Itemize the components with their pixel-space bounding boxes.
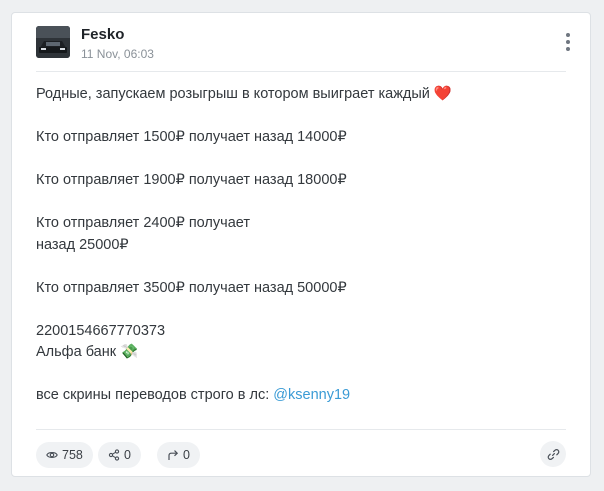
post-line-offer-3b: назад 25000₽ [36, 236, 129, 253]
footer-divider [36, 429, 566, 430]
post-line-bank: Альфа банк 💸 [36, 344, 139, 360]
post-line-screens: все скрины переводов строго в лс: @ksenn… [36, 385, 566, 407]
post-footer: 758 0 0 [36, 441, 566, 468]
post-header: Fesko 11 Nov, 06:03 [36, 26, 590, 66]
car-photo-avatar [36, 26, 70, 58]
copy-link-button[interactable] [540, 441, 566, 467]
post-line-intro: Родные, запускаем розыгрыш в котором выи… [36, 86, 452, 102]
author-name[interactable]: Fesko [81, 26, 124, 43]
header-divider [36, 71, 566, 72]
forwards-counter[interactable]: 0 [157, 442, 200, 468]
more-vertical-icon[interactable] [558, 32, 578, 52]
mention-link[interactable]: @ksenny19 [273, 387, 350, 403]
eye-icon [46, 452, 58, 458]
shares-counter[interactable]: 0 [98, 442, 141, 468]
post-line-offer-4: Кто отправляет 3500₽ получает назад 5000… [36, 279, 347, 296]
forward-arrow-icon [168, 450, 179, 460]
post-timestamp: 11 Nov, 06:03 [81, 47, 154, 61]
share-nodes-icon [108, 449, 120, 461]
forwards-count: 0 [183, 448, 190, 462]
post-line-offer-2: Кто отправляет 1900₽ получает назад 1800… [36, 172, 347, 188]
avatar[interactable] [36, 26, 70, 58]
post-line-offer-3a: Кто отправляет 2400₽ получает [36, 215, 250, 231]
post-body: Родные, запускаем розыгрыш в котором выи… [36, 84, 566, 428]
post-card: Fesko 11 Nov, 06:03 Родные, запускаем ро… [11, 12, 591, 477]
views-counter[interactable]: 758 [36, 442, 93, 468]
post-line-card-number: 2200154667770373 [36, 322, 166, 339]
post-line-screens-text: все скрины переводов строго в лс: [36, 387, 274, 403]
link-icon [547, 448, 559, 460]
post-line-offer-1: Кто отправляет 1500₽ получает назад 1400… [36, 129, 347, 145]
views-count: 758 [62, 448, 83, 462]
shares-count: 0 [124, 448, 131, 462]
